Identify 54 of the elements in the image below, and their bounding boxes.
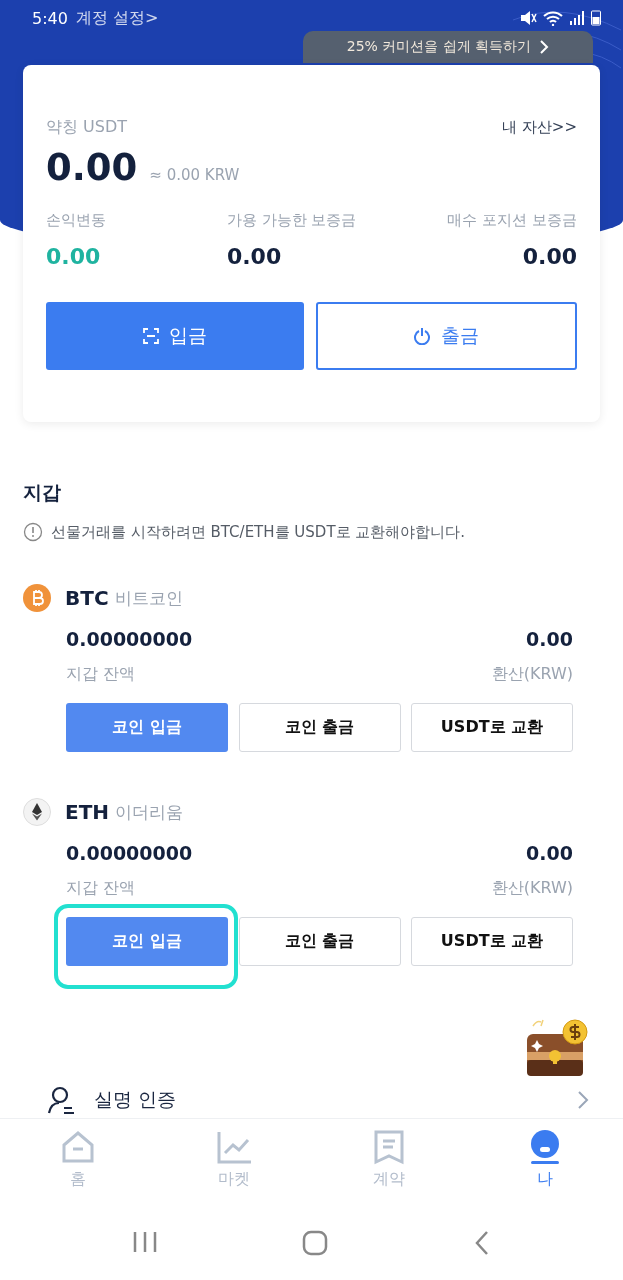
section-title: 지갑 [23,480,62,505]
wallet-balance-value: 0.00000000 [66,842,193,864]
stat-value: 0.00 [522,244,577,269]
stat-label: 매수 포지션 보증금 [447,211,577,230]
promo-text: 25% 커미션을 쉽게 획득하기 [346,38,532,56]
converted-label: 환산(KRW) [491,878,573,899]
status-time: 5:40 [32,8,68,28]
ethereum-icon [23,798,51,826]
verification-row[interactable]: 실명 인증 [0,1080,623,1120]
coin-symbol: ETH [65,800,110,824]
nav-tab[interactable]: 나 [467,1119,623,1203]
stat-label: 가용 가능한 보증금 [226,211,357,230]
chevron-right-icon [539,39,550,55]
balance-krw: ≈ 0.00 KRW [149,166,240,184]
account-settings-link[interactable]: 계정 설정> [75,7,159,29]
wifi-icon [543,10,563,26]
wallet-balance-label: 지갑 잔액 [66,878,136,899]
verification-label: 실명 인증 [94,1087,178,1112]
balance-label: 약칭 USDT [46,117,128,138]
coin-name: 비트코인 [114,586,183,610]
converted-value: 0.00 [526,628,573,650]
info-icon [23,522,43,542]
exchange-button[interactable]: USDT로 교환 [411,917,573,966]
coin-withdraw-button[interactable]: 코인 출금 [238,703,401,752]
chart-icon [215,1129,252,1165]
my-assets-link[interactable]: 내 자산>> [502,118,577,137]
chevron-right-icon [577,1090,589,1110]
converted-label: 환산(KRW) [491,664,573,685]
power-icon [413,327,432,345]
deposit-button[interactable]: 입금 [46,302,304,370]
signal-icon [569,10,585,26]
mute-icon [519,10,537,26]
user-icon [46,1085,76,1115]
balance-value: 0.00 [46,146,138,189]
promo-banner[interactable]: 25% 커미션을 쉽게 획득하기 [303,31,593,63]
exchange-button[interactable]: USDT로 교환 [411,703,573,752]
home-button-icon [302,1230,329,1256]
converted-value: 0.00 [526,842,573,864]
battery-icon [591,10,601,26]
coin-deposit-button[interactable]: 코인 입금 [66,703,228,752]
notice-text: 선물거래를 시작하려면 BTC/ETH를 USDT로 교환해야합니다. [51,522,466,542]
stat-value: 0.00 [226,244,282,269]
coin-withdraw-button[interactable]: 코인 출금 [238,917,401,966]
recent-apps-icon [132,1230,159,1254]
wallet-balance-label: 지갑 잔액 [66,664,136,685]
coin-deposit-button[interactable]: 코인 입금 [66,917,228,966]
stat-label: 손익변동 [46,211,106,230]
bitcoin-icon [23,584,51,612]
stat-value: 0.00 [46,244,102,269]
withdraw-button[interactable]: 출금 [315,302,577,370]
coin-name: 이더리움 [115,800,184,824]
coin-symbol: BTC [65,586,109,610]
scan-icon [142,328,159,344]
wallet-balance-value: 0.00000000 [66,628,193,650]
